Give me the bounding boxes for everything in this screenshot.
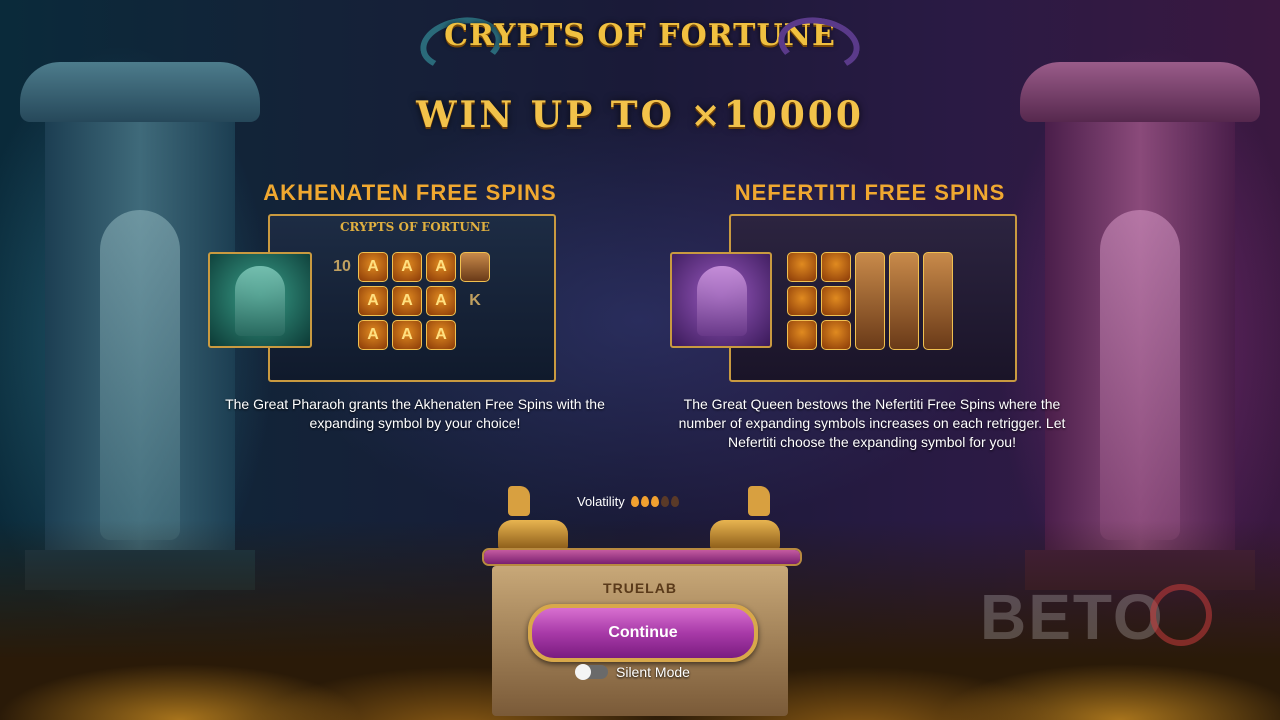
right-pillar	[1020, 62, 1260, 590]
watermark-ring-icon	[1150, 584, 1212, 646]
continue-button[interactable]: Continue	[528, 604, 758, 662]
pharaoh-relief	[100, 210, 180, 540]
reel-label	[330, 286, 354, 316]
explorer-symbol	[460, 252, 490, 282]
volatility-label: Volatility	[577, 494, 625, 509]
toggle-knob	[575, 664, 591, 680]
pharaoh-card-icon	[208, 252, 312, 348]
book-symbol	[787, 320, 817, 350]
symbol-a: A	[426, 286, 456, 316]
feature-title-nefertiti: NEFERTITI FREE SPINS	[734, 180, 1006, 205]
anubis-statue-left	[488, 486, 578, 550]
flame-drop-icon	[660, 496, 669, 507]
feature-title-akhenaten: AKHENATEN FREE SPINS	[263, 180, 557, 205]
mini-logo: CRYPTS OF FORTUNE	[340, 220, 490, 234]
nefertiti-card-icon	[670, 252, 772, 348]
book-symbol	[787, 252, 817, 282]
symbol-a: A	[392, 252, 422, 282]
feature-description-nefertiti: The Great Queen bestows the Nefertiti Fr…	[678, 396, 1066, 450]
loading-bar-fill	[484, 550, 800, 564]
symbol-a: A	[426, 252, 456, 282]
volatility-indicator: Volatility	[577, 494, 679, 509]
symbol-a: A	[392, 286, 422, 316]
book-symbol	[821, 320, 851, 350]
silent-mode-toggle[interactable]	[575, 664, 608, 680]
silent-mode: Silent Mode	[575, 664, 690, 680]
nefertiti-preview	[729, 214, 1017, 382]
explorer-expanded-symbol	[855, 252, 885, 350]
flame-drop-icon	[640, 496, 649, 507]
feature-description-akhenaten: The Great Pharaoh grants the Akhenaten F…	[225, 396, 605, 431]
anubis-statue-right	[700, 486, 790, 550]
symbol-a: A	[358, 252, 388, 282]
left-pillar	[20, 62, 260, 590]
explorer-expanded-symbol	[889, 252, 919, 350]
queen-relief	[1100, 210, 1180, 540]
symbol-a: A	[358, 286, 388, 316]
silent-mode-label: Silent Mode	[616, 664, 690, 680]
reel-grid	[787, 252, 953, 350]
symbol-a: A	[358, 320, 388, 350]
brand-label: TRUELAB	[603, 580, 677, 596]
reel-label: K	[469, 292, 481, 309]
explorer-expanded-symbol	[923, 252, 953, 350]
flame-drop-icon	[670, 496, 679, 507]
game-logo: CRYPTS OF FORTUNE	[416, 8, 864, 77]
watermark-logo: BETO	[980, 581, 1165, 653]
symbol-a: A	[392, 320, 422, 350]
loading-bar	[482, 548, 802, 566]
book-symbol	[821, 286, 851, 316]
win-headline: WIN UP TO ×10000	[416, 94, 864, 136]
symbol-a: A	[426, 320, 456, 350]
volatility-drops	[630, 496, 679, 507]
flame-drop-icon	[630, 496, 639, 507]
reel-grid: 10 A A A A A A K A A A	[330, 252, 490, 350]
book-symbol	[787, 286, 817, 316]
flame-drop-icon	[650, 496, 659, 507]
reel-label: 10	[333, 258, 351, 275]
book-symbol	[821, 252, 851, 282]
